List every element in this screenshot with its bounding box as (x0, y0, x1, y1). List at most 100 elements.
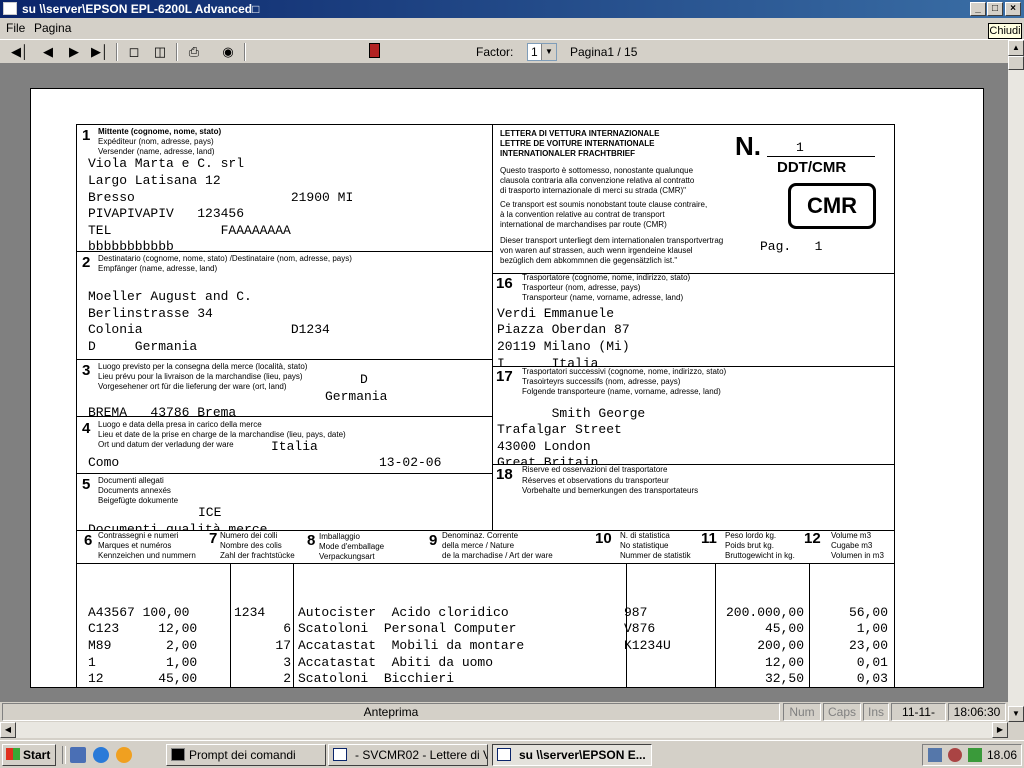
col6-number: 6 (84, 532, 93, 549)
status-date: 11-11-2015 (891, 703, 946, 721)
start-button[interactable]: Start (2, 744, 56, 766)
row-marks: M89 2,00 (88, 638, 198, 653)
maximize-button[interactable]: □ (987, 2, 1003, 16)
divider (76, 473, 493, 474)
internet-explorer-icon[interactable] (93, 747, 109, 763)
close-button[interactable]: × (1005, 2, 1021, 16)
box1-label: Mittente (cognome, nome, stato) (98, 127, 222, 136)
close-tooltip: Chiudi (988, 23, 1022, 39)
scroll-right-icon[interactable]: ▶ (992, 722, 1008, 738)
factor-label: Factor: (476, 45, 514, 59)
number-label: N. (735, 131, 761, 161)
scroll-thumb[interactable] (1008, 56, 1024, 70)
row-vol: 1,00 (856, 621, 888, 636)
col11-label-fr: Poids brut kg. (725, 541, 774, 550)
header-text: Questo trasporto è sottomesso, nonostant… (500, 166, 694, 175)
divider (76, 416, 493, 417)
task-command-prompt[interactable]: Prompt dei comandi (166, 744, 326, 766)
carrier-line: 20119 Milano (Mi) (497, 339, 630, 354)
header-text: bezüglich dem abkommnen die gegensätzlic… (500, 256, 678, 265)
scroll-corner (1008, 722, 1024, 738)
first-page-icon[interactable]: ◀│ (10, 43, 30, 61)
col6-label-de: Kennzeichen und nummern (98, 551, 196, 560)
col12-label-fr: Cugabe m3 (831, 541, 873, 550)
row-desc: Accatastat Mobili da montare (298, 638, 525, 653)
window-icon (497, 748, 511, 761)
task-epson-preview[interactable]: su \\server\EPSON E... (492, 744, 652, 766)
vertical-scrollbar[interactable]: ▲ ▼ (1008, 40, 1024, 722)
col7-label-de: Zahl der frachtstücke (220, 551, 295, 560)
network-icon[interactable] (928, 748, 942, 762)
box2-label-de: Empfänger (name, adresse, land) (98, 264, 218, 273)
window-icon (333, 748, 347, 761)
menu-pagina[interactable]: Pagina (34, 21, 71, 35)
col12-label-de: Volumen in m3 (831, 551, 884, 560)
col8-number: 8 (307, 532, 316, 549)
minimize-button[interactable]: _ (970, 2, 986, 16)
documents-value: ICE (198, 505, 222, 520)
prev-page-icon[interactable]: ◀ (38, 43, 58, 61)
horizontal-scrollbar[interactable]: ◀ ▶ (0, 722, 1008, 738)
title-bar[interactable]: su \\server\EPSON EPL-6200L Advanced□ _ … (0, 0, 1024, 18)
col9-label: Denominaz. Corrente (442, 531, 519, 540)
row-marks: A43567 100,00 (88, 605, 190, 620)
system-tray: 18.06 (922, 744, 1022, 766)
preview-viewport[interactable]: 1 Mittente (cognome, nome, stato) Expédi… (0, 64, 1008, 702)
box18-label-de: Vorbehalte und bemerkungen des transport… (522, 486, 699, 495)
taskbar: Start Prompt dei comandi - SVCMR02 - Let… (0, 740, 1024, 768)
next-carrier-line: 43000 London (497, 439, 591, 454)
exit-icon[interactable] (364, 43, 384, 61)
status-time: 18:06:30 (948, 703, 1006, 721)
row-colli: 1234 (234, 605, 266, 620)
row-colli: 2 (283, 671, 291, 686)
tray-clock: 18.06 (987, 748, 1018, 762)
print-icon[interactable]: ⎙ (184, 43, 204, 61)
factor-value: 1 (531, 45, 538, 59)
next-page-icon[interactable]: ▶ (64, 43, 84, 61)
tray-icon[interactable] (948, 748, 962, 762)
scroll-up-icon[interactable]: ▲ (1008, 40, 1024, 56)
scroll-down-icon[interactable]: ▼ (1008, 706, 1024, 722)
box1-number: 1 (82, 127, 91, 144)
sender-line: Largo Latisana 12 (88, 173, 221, 188)
box4-number: 4 (82, 420, 91, 437)
header-text: clausola contraria alla convenzione rela… (500, 176, 695, 185)
box4-label-de: Ort und datum der verladung der ware (98, 440, 234, 449)
col7-label-fr: Nombre des colis (220, 541, 282, 550)
task-svcmr02[interactable]: - SVCMR02 - Lettere di V... (328, 744, 488, 766)
globe-icon[interactable]: ◉ (218, 43, 238, 61)
delivery-city-clip: BREMA 43786 Brema (77, 405, 489, 416)
chevron-down-icon[interactable]: ▼ (541, 44, 556, 60)
toolbar-separator (244, 43, 246, 61)
task-label: - SVCMR02 - Lettere di V... (355, 748, 488, 762)
col8-label: Imballaggio (319, 532, 360, 541)
two-pages-icon[interactable]: ◫ (150, 43, 170, 61)
header-text: Ce transport est soumis nonobstant toute… (500, 200, 708, 209)
next-carrier-line: Smith George (497, 406, 646, 421)
menu-file[interactable]: File (6, 21, 25, 35)
factor-select[interactable]: 1 ▼ (527, 43, 557, 61)
table-border (76, 563, 77, 687)
taskbar-separator (62, 746, 66, 764)
single-page-icon[interactable]: ◻ (124, 43, 144, 61)
carrier-line: Piazza Oberdan 87 (497, 322, 630, 337)
box3-label: Luogo previsto per la consegna della mer… (98, 362, 308, 371)
box18-label: Riserve ed osservazioni del trasportator… (522, 465, 668, 474)
show-desktop-icon[interactable] (70, 747, 86, 763)
box16-label-de: Transporteur (name, vorname, adresse, la… (522, 293, 684, 302)
document-page: 1 Mittente (cognome, nome, stato) Expédi… (30, 88, 984, 688)
window-title: su \\server\EPSON EPL-6200L Advanced□ (22, 2, 260, 16)
scroll-left-icon[interactable]: ◀ (0, 722, 16, 738)
consignee-line: Berlinstrasse 34 (88, 306, 213, 321)
media-player-icon[interactable] (116, 747, 132, 763)
col7-label: Numero dei colli (220, 531, 278, 540)
row-vol: 56,00 (848, 605, 888, 620)
last-page-icon[interactable]: ▶│ (90, 43, 110, 61)
box18-label-fr: Réserves et observations du transporteur (522, 476, 669, 485)
next-carrier-line: Great Britain (497, 455, 599, 464)
delivery-country: Germania (325, 389, 388, 404)
box5-label: Documenti allegati (98, 476, 164, 485)
delivery-city: BREMA 43786 Brema (88, 405, 237, 416)
safely-remove-icon[interactable] (968, 748, 982, 762)
box16-label: Trasportatore (cognome, nome, indirizzo,… (522, 273, 691, 282)
